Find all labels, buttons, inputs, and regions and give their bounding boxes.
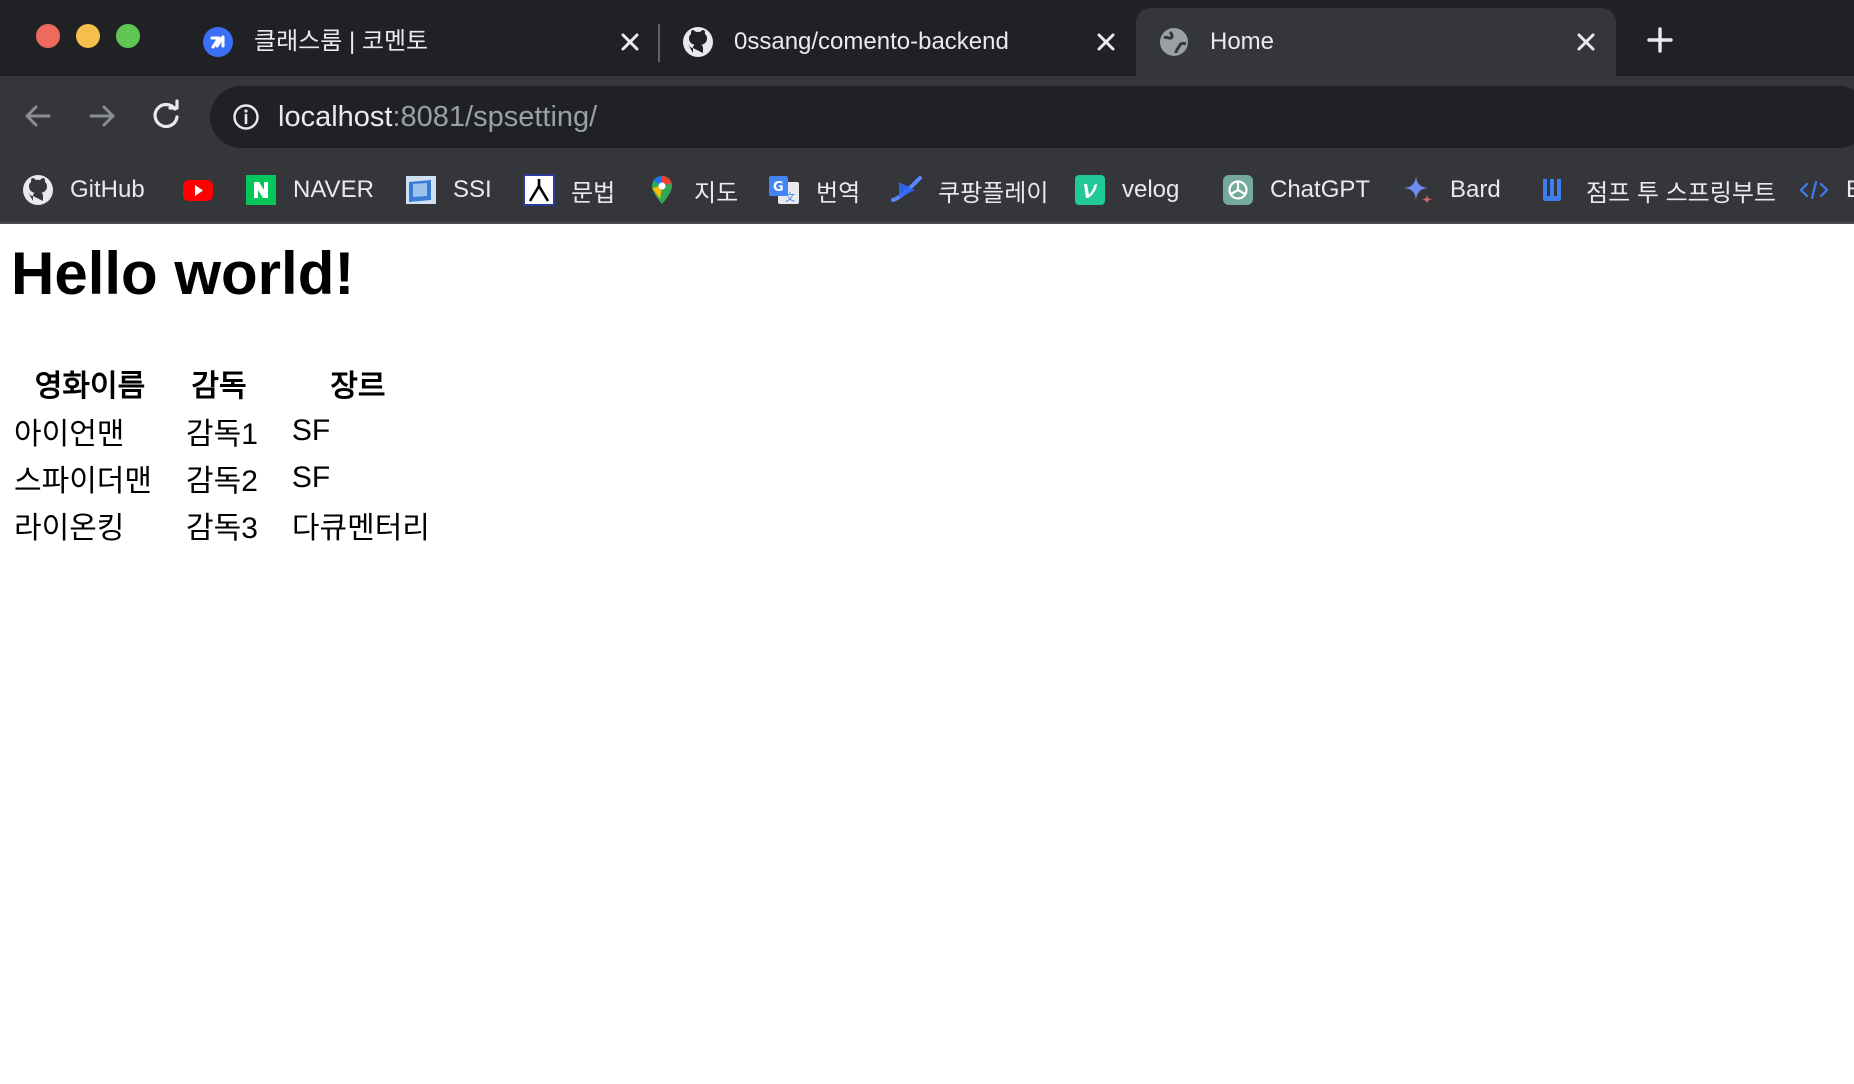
bookmark-bard[interactable]: Bard [1402, 172, 1501, 208]
tab-title: 클래스룸 | 코멘토 [254, 28, 429, 55]
address-url: localhost:8081/spsetting/ [278, 100, 597, 134]
tab-github[interactable]: 0ssang/comento-backend [660, 8, 1136, 76]
translate-icon: G 文 [769, 176, 799, 204]
tab-comento[interactable]: 클래스룸 | 코멘토 [180, 8, 660, 76]
wikidocs-icon [1543, 179, 1561, 201]
comento-icon [203, 27, 233, 57]
browser-toolbar: localhost:8081/spsetting/ [0, 76, 1854, 158]
ssi-icon [406, 176, 436, 204]
bookmark-translate[interactable]: G 文 번역 [768, 172, 860, 208]
code-icon [1799, 180, 1829, 200]
bookmark-label: 문법 [571, 179, 616, 207]
page-heading: Hello world! [11, 240, 355, 307]
bookmark-label: GitHub [70, 176, 145, 203]
table-row: 아이언맨 감독1 SF [14, 407, 444, 454]
close-icon[interactable] [1092, 28, 1120, 56]
tab-title: 0ssang/comento-backend [734, 28, 1009, 55]
cell-genre: SF [291, 413, 331, 447]
bookmark-label: velog [1122, 176, 1180, 203]
window-zoom-button[interactable] [116, 24, 140, 48]
forward-arrow-icon[interactable] [84, 98, 120, 134]
bookmark-label: NAVER [293, 176, 374, 203]
column-header-director: 감독 [191, 370, 247, 403]
bookmark-ssi[interactable]: SSI [405, 172, 492, 208]
cell-director: 감독3 [186, 511, 258, 545]
table-row: 라이온킹 감독3 다큐멘터리 [14, 501, 444, 548]
table-header-row: 영화이름 감독 장르 [14, 359, 444, 407]
cell-movie-name: 스파이더맨 [14, 464, 152, 498]
tab-strip: 클래스룸 | 코멘토 0ssang/comento-backend Home [0, 0, 1854, 76]
naver-icon [246, 175, 276, 205]
cell-director: 감독1 [186, 417, 258, 451]
coupang-play-icon [891, 176, 922, 202]
back-arrow-icon[interactable] [20, 98, 56, 134]
maps-icon [652, 176, 672, 204]
site-info-icon[interactable] [232, 103, 260, 131]
bookmark-label: 쿠팡플레이 [938, 179, 1049, 207]
bookmarks-bar: GitHub NAVER SSI 문법 지도 G 文 번역 쿠팡플레이 velo… [0, 158, 1854, 224]
bookmark-chatgpt[interactable]: ChatGPT [1222, 172, 1370, 208]
bookmark-label: E [1846, 176, 1854, 204]
page-content: Hello world! 영화이름 감독 장르 아이언맨 감독1 SF 스파이더… [0, 224, 1854, 1084]
window-minimize-button[interactable] [76, 24, 100, 48]
tab-home-active[interactable]: Home [1136, 8, 1616, 76]
column-header-genre: 장르 [330, 370, 386, 403]
new-tab-plus-icon[interactable] [1644, 24, 1676, 56]
bookmark-label: SSI [453, 176, 492, 203]
cell-genre: 다큐멘터리 [291, 511, 430, 545]
bookmark-github[interactable]: GitHub [22, 172, 145, 208]
bookmark-label: 지도 [694, 179, 739, 207]
column-header-movie-name: 영화이름 [34, 370, 146, 403]
bookmark-code[interactable]: E [1798, 172, 1854, 208]
cell-genre: SF [291, 460, 331, 494]
table-row: 스파이더맨 감독2 SF [14, 454, 444, 501]
cell-director: 감독2 [186, 464, 258, 498]
velog-icon [1075, 175, 1105, 205]
movie-table: 영화이름 감독 장르 아이언맨 감독1 SF 스파이더맨 감독2 SF 라이온킹… [14, 359, 444, 548]
address-bar[interactable]: localhost:8081/spsetting/ [210, 86, 1854, 148]
svg-text:文: 文 [785, 191, 795, 204]
window-close-button[interactable] [36, 24, 60, 48]
bookmark-grammar[interactable]: 문법 [523, 172, 615, 208]
bookmark-maps[interactable]: 지도 [646, 172, 738, 208]
svg-text:G: G [773, 180, 784, 195]
close-icon[interactable] [1572, 28, 1600, 56]
bookmark-label: 번역 [816, 179, 861, 207]
tab-title: Home [1210, 28, 1275, 55]
cell-movie-name: 아이언맨 [14, 417, 125, 451]
youtube-icon [183, 180, 213, 201]
bookmark-jump-to-springboot[interactable]: 점프 투 스프링부트 [1538, 172, 1776, 208]
grammar-icon [523, 174, 555, 206]
bookmark-naver[interactable]: NAVER [245, 172, 374, 208]
bookmark-velog[interactable]: velog [1074, 172, 1179, 208]
github-icon [683, 27, 713, 57]
globe-icon [1160, 28, 1188, 56]
cell-movie-name: 라이온킹 [14, 511, 125, 545]
bookmark-label: 점프 투 스프링부트 [1586, 179, 1776, 207]
github-icon [23, 175, 53, 205]
bookmark-label: ChatGPT [1270, 176, 1371, 203]
bookmark-youtube[interactable] [182, 172, 214, 208]
close-icon[interactable] [616, 28, 644, 56]
url-path: :8081/spsetting/ [392, 101, 598, 133]
bookmark-label: Bard [1450, 176, 1501, 203]
reload-icon[interactable] [148, 98, 184, 134]
chatgpt-icon [1223, 175, 1253, 205]
bard-icon [1404, 176, 1432, 204]
bookmark-coupang-play[interactable]: 쿠팡플레이 [890, 172, 1048, 208]
url-host: localhost [278, 101, 393, 133]
